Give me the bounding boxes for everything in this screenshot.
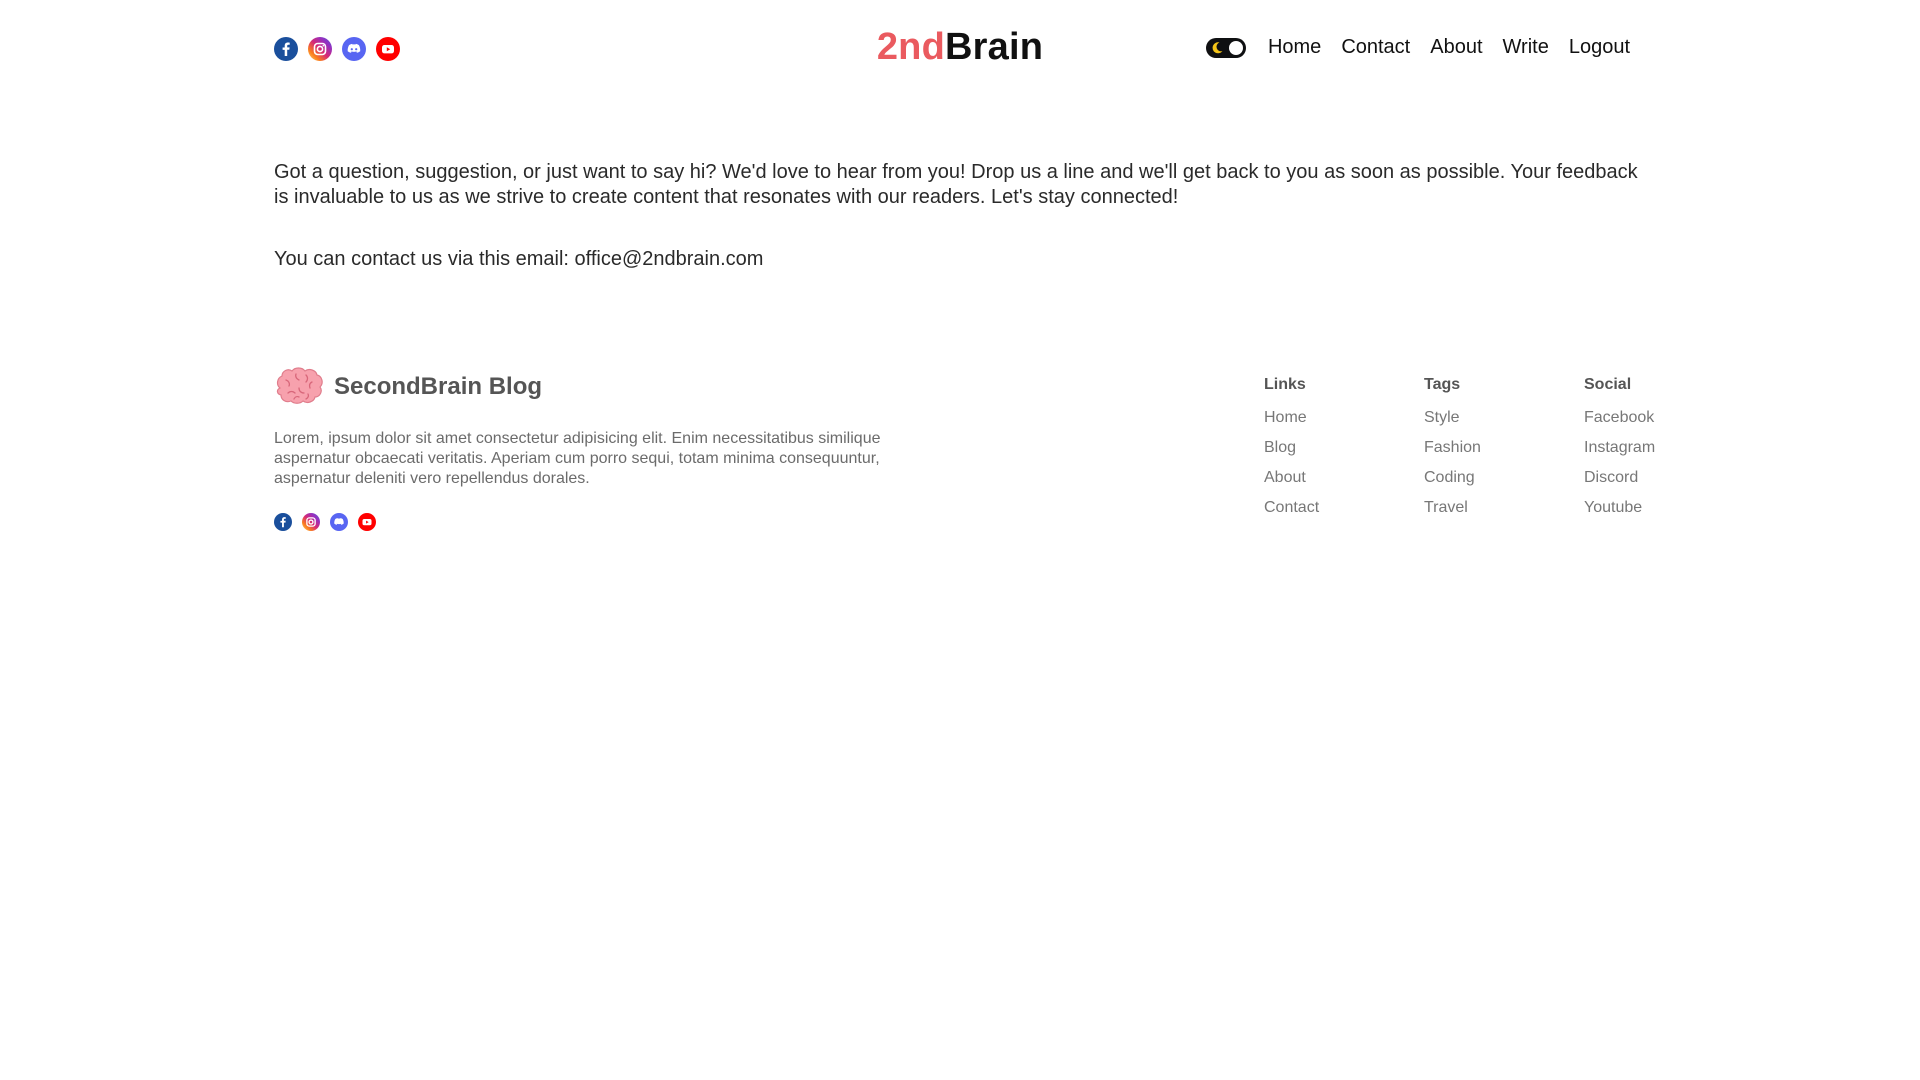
footer-social-instagram[interactable]: Instagram <box>1584 433 1744 463</box>
nav-logout-link[interactable]: Logout <box>1569 36 1630 59</box>
footer-social-discord[interactable]: Discord <box>1584 463 1744 493</box>
footer-tag-coding[interactable]: Coding <box>1424 463 1584 493</box>
toggle-knob <box>1228 40 1243 55</box>
site-header: 2ndBrain Home Contact About Write Logout <box>274 22 1646 78</box>
footer-social-column: Social Facebook Instagram Discord Youtub… <box>1584 376 1744 523</box>
footer-link-about[interactable]: About <box>1264 463 1424 493</box>
header-social-links <box>274 37 400 61</box>
nav-write-link[interactable]: Write <box>1503 36 1549 59</box>
footer-link-contact[interactable]: Contact <box>1264 493 1424 523</box>
footer-columns: Links Home Blog About Contact Tags Style… <box>1264 376 1744 523</box>
theme-toggle[interactable] <box>1205 37 1246 58</box>
footer-social-facebook[interactable]: Facebook <box>1584 403 1744 433</box>
nav-home-link[interactable]: Home <box>1268 36 1321 59</box>
discord-icon[interactable] <box>330 513 348 531</box>
facebook-icon[interactable] <box>274 513 292 531</box>
nav-about-link[interactable]: About <box>1430 36 1482 59</box>
footer-tag-style[interactable]: Style <box>1424 403 1584 433</box>
main-nav: Home Contact About Write Logout <box>1205 36 1630 59</box>
footer-brand-name: SecondBrain Blog <box>334 373 543 400</box>
footer-social-title: Social <box>1584 376 1632 393</box>
footer-social-youtube[interactable]: Youtube <box>1584 493 1744 523</box>
logo-main-text: Brain <box>945 26 1044 68</box>
nav-contact-link[interactable]: Contact <box>1341 36 1410 59</box>
moon-icon <box>1212 41 1223 53</box>
footer-social-links <box>274 513 376 531</box>
discord-icon[interactable] <box>342 37 366 61</box>
footer-tag-fashion[interactable]: Fashion <box>1424 433 1584 463</box>
brain-icon <box>276 367 323 404</box>
youtube-icon[interactable] <box>376 37 400 61</box>
facebook-icon[interactable] <box>274 37 298 61</box>
contact-email-text: You can contact us via this email: offic… <box>274 248 764 270</box>
footer-links-title: Links <box>1264 376 1306 393</box>
footer-tag-travel[interactable]: Travel <box>1424 493 1584 523</box>
footer-link-blog[interactable]: Blog <box>1264 433 1424 463</box>
footer-tags-title: Tags <box>1424 376 1461 393</box>
footer-link-home[interactable]: Home <box>1264 403 1424 433</box>
youtube-icon[interactable] <box>358 513 376 531</box>
footer-links-column: Links Home Blog About Contact <box>1264 376 1424 523</box>
footer-tags-column: Tags Style Fashion Coding Travel <box>1424 376 1584 523</box>
contact-intro-text: Got a question, suggestion, or just want… <box>274 161 1638 208</box>
logo-accent-text: 2nd <box>876 26 946 68</box>
instagram-icon[interactable] <box>308 37 332 61</box>
footer-brand: SecondBrain Blog <box>274 366 542 408</box>
footer-description: Lorem, ipsum dolor sit amet consectetur … <box>274 430 881 487</box>
instagram-icon[interactable] <box>302 513 320 531</box>
contact-page: 2ndBrain Home Contact About Write Logout… <box>0 0 1920 1080</box>
